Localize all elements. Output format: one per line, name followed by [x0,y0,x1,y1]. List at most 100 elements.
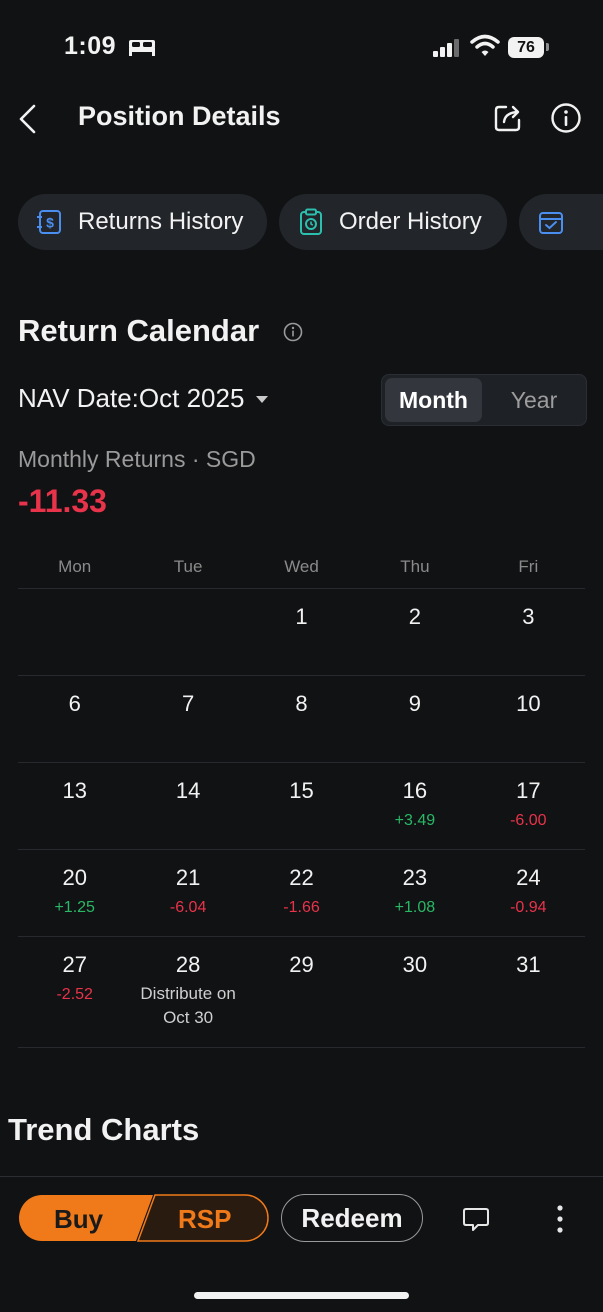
weekday-label: Fri [518,557,539,576]
calendar-day-cell [18,589,131,675]
calendar-day-cell[interactable]: 14 [131,763,244,849]
weekday-label: Thu [400,557,430,576]
calendar-day-cell[interactable]: 1 [245,589,358,675]
weekday-label: Wed [284,557,319,576]
calendar-day-return: -6.04 [169,899,207,916]
calendar-day-number: 15 [289,778,314,803]
order-history-chip[interactable]: Order History [279,194,507,250]
calendar-week-row: 20 +1.25 21 -6.04 22 -1.66 23 +1.08 24 -0.94 [18,850,585,937]
calendar-day-number: 2 [408,604,422,629]
calendar-day-cell[interactable]: 23 +1.08 [358,850,471,936]
cellular-signal-icon [433,39,459,57]
calendar-day-return: -6.00 [510,812,547,829]
calendar-day-number: 6 [68,691,81,716]
more-vertical-icon[interactable] [550,1203,570,1235]
calendar-day-number: 7 [181,691,195,716]
calendar-day-number [18,604,131,630]
calendar-day-number: 1 [295,604,308,629]
calendar-day-number: 8 [295,691,308,716]
calendar-chip[interactable] [519,194,603,250]
calendar-day-cell[interactable]: 24 -0.94 [472,850,585,936]
quick-actions-row: $ Returns History Order History [18,194,603,252]
return-calendar-grid: Mon Tue Wed Thu Fri 1 2 3 6 7 8 9 10 13 14 15 16 +3.… [18,548,585,1048]
calendar-day-cell[interactable]: 6 [18,676,131,762]
caret-down-icon [256,396,269,403]
calendar-day-cell[interactable]: 2 [358,589,471,675]
calendar-day-number: 22 [289,865,314,890]
calendar-day-number: 20 [62,865,87,890]
calendar-day-cell[interactable]: 27 -2.52 [18,937,131,1047]
calendar-day-number [131,604,244,630]
monthly-returns-value: -11.33 [18,483,107,519]
calendar-day-number: 10 [516,691,541,716]
calendar-check-icon [539,212,563,234]
return-calendar-title: Return Calendar [18,313,260,348]
chat-bubble-icon[interactable] [462,1205,490,1233]
status-bar: 1:09 76 [0,0,603,90]
calendar-day-number: 17 [516,778,541,803]
calendar-day-cell[interactable]: 15 [245,763,358,849]
calendar-day-return: +1.08 [394,899,436,916]
calendar-day-note: Distribute on Oct 30 [140,984,236,1027]
page-title: Position Details [78,101,281,131]
calendar-day-cell[interactable]: 8 [245,676,358,762]
calendar-day-number: 29 [289,952,314,977]
svg-text:$: $ [46,215,54,231]
calendar-day-cell [131,589,244,675]
dollar-document-icon: $ [37,210,61,234]
monthly-returns-label: Monthly Returns · SGD [18,446,256,472]
chip-label: Returns History [78,208,244,235]
info-icon[interactable] [550,102,582,134]
battery-tip [546,43,549,51]
calendar-day-cell[interactable]: 13 [18,763,131,849]
weekday-label: Tue [173,557,203,576]
calendar-day-return: +1.25 [54,899,95,916]
calendar-day-return: -1.66 [283,899,320,916]
calendar-day-cell[interactable]: 30 [358,937,471,1047]
nav-date-selector[interactable]: NAV Date:Oct 2025 [18,383,269,414]
weekday-header-row: Mon Tue Wed Thu Fri [18,548,585,589]
calendar-day-cell[interactable]: 17 -6.00 [472,763,585,849]
calendar-week-row: 1 2 3 [18,589,585,676]
calendar-day-cell[interactable]: 31 [472,937,585,1047]
period-toggle: Month Year [381,374,587,426]
calendar-day-cell[interactable]: 10 [472,676,585,762]
calendar-day-cell[interactable]: 21 -6.04 [131,850,244,936]
year-toggle-button[interactable]: Year [485,378,583,422]
buy-rsp-group: Buy RSP [18,1194,269,1242]
calendar-day-cell[interactable]: 22 -1.66 [245,850,358,936]
calendar-day-number: 21 [175,865,201,890]
calendar-day-number: 30 [402,952,428,977]
rsp-button-label: RSP [178,1204,232,1234]
clock-clipboard-icon [300,208,322,235]
calendar-day-cell[interactable]: 28 Distribute on Oct 30 [131,937,244,1047]
calendar-day-number: 24 [516,865,541,890]
back-arrow-icon[interactable] [16,102,40,136]
info-icon[interactable] [283,322,303,342]
calendar-day-return: +3.49 [394,812,436,829]
calendar-day-number: 23 [402,865,428,890]
status-time: 1:09 [64,32,117,60]
calendar-day-number: 28 [175,952,201,977]
calendar-day-number: 16 [402,778,428,803]
month-toggle-button[interactable]: Month [385,378,482,422]
calendar-day-cell[interactable]: 3 [472,589,585,675]
calendar-day-cell[interactable]: 9 [358,676,471,762]
bottom-action-bar: Buy RSP Redeem [0,1176,603,1312]
wifi-icon [470,34,500,56]
calendar-day-return: -2.52 [56,986,93,1003]
calendar-day-number: 9 [408,691,422,716]
chip-label: Order History [339,208,482,235]
calendar-day-number: 31 [516,952,541,977]
calendar-day-cell[interactable]: 16 +3.49 [358,763,471,849]
calendar-day-number: 3 [522,604,535,629]
redeem-button[interactable]: Redeem [281,1194,423,1242]
calendar-day-cell[interactable]: 7 [131,676,244,762]
share-icon[interactable] [492,102,524,134]
returns-history-chip[interactable]: $ Returns History [18,194,267,250]
weekday-label: Mon [58,557,92,576]
calendar-day-cell[interactable]: 20 +1.25 [18,850,131,936]
calendar-day-cell[interactable]: 29 [245,937,358,1047]
calendar-week-row: 13 14 15 16 +3.49 17 -6.00 [18,763,585,850]
calendar-day-number: 27 [62,952,87,977]
